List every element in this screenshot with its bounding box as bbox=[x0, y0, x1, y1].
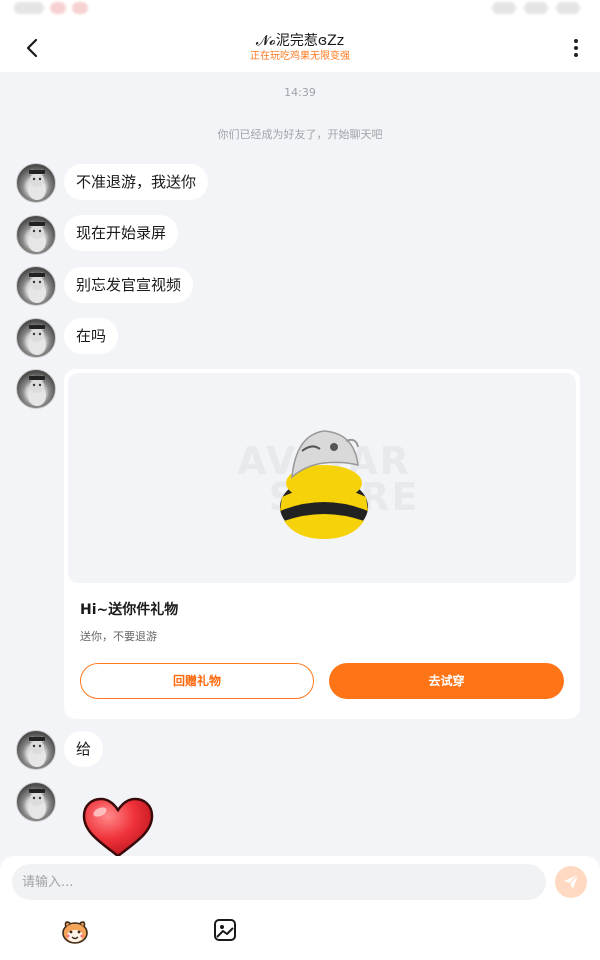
status-bar-right-blurred bbox=[492, 2, 580, 14]
send-button[interactable] bbox=[555, 866, 587, 898]
image-icon[interactable] bbox=[213, 918, 237, 942]
heart-sticker[interactable] bbox=[80, 796, 156, 860]
emoji-face-icon[interactable] bbox=[60, 918, 90, 944]
contact-status: 正在玩吃鸡果无限变强 bbox=[250, 51, 350, 62]
message-input[interactable] bbox=[12, 864, 546, 900]
back-arrow-icon bbox=[26, 38, 38, 58]
status-bar-left-blurred bbox=[14, 2, 88, 14]
contact-avatar[interactable] bbox=[16, 369, 56, 409]
message-bubble[interactable]: 现在开始录屏 bbox=[64, 215, 179, 251]
contact-avatar[interactable] bbox=[16, 163, 56, 203]
contact-avatar[interactable] bbox=[16, 730, 56, 770]
gift-preview-image[interactable]: AVATAR STORE bbox=[68, 373, 576, 583]
gift-card[interactable]: AVATAR STORE Hi~送你件礼物 送你，不要退游 回赠礼物 去试穿 bbox=[64, 369, 580, 719]
input-bar bbox=[0, 856, 600, 960]
message-bubble[interactable]: 别忘发官宣视频 bbox=[64, 267, 194, 303]
message-bubble[interactable]: 在吗 bbox=[64, 318, 119, 354]
more-options-button[interactable] bbox=[564, 32, 588, 64]
contact-avatar[interactable] bbox=[16, 318, 56, 358]
message-bubble[interactable]: 给 bbox=[64, 731, 104, 767]
system-message: 你们已经成为好友了，开始聊天吧 bbox=[217, 128, 383, 141]
gift-item-bee-hat bbox=[280, 430, 368, 539]
chat-timestamp: 14:39 bbox=[284, 86, 316, 99]
contact-avatar[interactable] bbox=[16, 215, 56, 255]
contact-avatar[interactable] bbox=[16, 782, 56, 822]
gift-title: Hi~送你件礼物 bbox=[80, 602, 179, 618]
chat-header: 𝓝𝓸泥完惹ɞZz 正在玩吃鸡果无限变强 bbox=[0, 24, 600, 72]
try-on-button[interactable]: 去试穿 bbox=[329, 663, 564, 699]
contact-name: 𝓝𝓸泥完惹ɞZz bbox=[255, 33, 345, 49]
back-button[interactable] bbox=[16, 32, 48, 64]
gift-description: 送你，不要退游 bbox=[80, 630, 157, 643]
message-bubble[interactable]: 不准退游，我送你 bbox=[64, 164, 209, 200]
chat-title-area: 𝓝𝓸泥完惹ɞZz 正在玩吃鸡果无限变强 bbox=[150, 32, 450, 64]
contact-avatar[interactable] bbox=[16, 266, 56, 306]
more-vertical-icon bbox=[574, 39, 578, 43]
status-bar bbox=[0, 0, 600, 24]
send-icon bbox=[564, 874, 579, 889]
return-gift-button[interactable]: 回赠礼物 bbox=[80, 663, 314, 699]
